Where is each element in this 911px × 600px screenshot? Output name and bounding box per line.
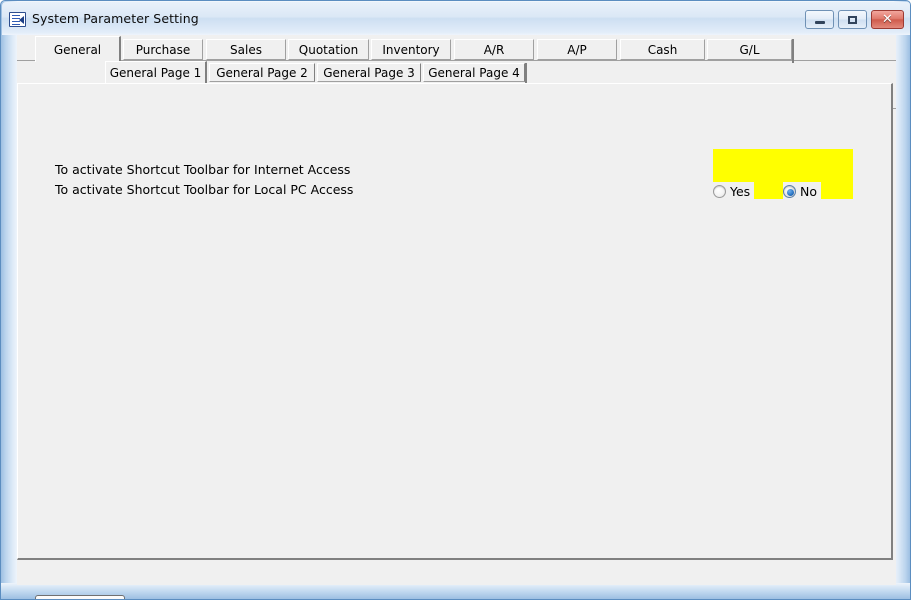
radio-option-yes[interactable]: Yes [713, 182, 754, 200]
tab-label: Quotation [299, 43, 358, 57]
tab-label: A/P [567, 43, 587, 57]
subtab-general-page-4[interactable]: General Page 4 [423, 63, 525, 82]
client-area: General Purchase Sales Quotation Inventory A/… [17, 35, 896, 585]
internet-access-label: To activate Shortcut Toolbar for Interne… [55, 162, 350, 177]
radio-option-no[interactable]: No [783, 182, 821, 200]
tab-quotation[interactable]: Quotation [288, 39, 369, 60]
tab-a-p[interactable]: A/P [537, 39, 617, 60]
tab-label: A/R [484, 43, 505, 57]
tab-sales[interactable]: Sales [206, 39, 286, 60]
tab-a-r[interactable]: A/R [454, 39, 534, 60]
maximize-button[interactable] [838, 10, 867, 29]
window-frame-right [894, 1, 910, 600]
close-icon: ✕ [882, 13, 893, 26]
window-list-icon [9, 12, 26, 27]
application-window: System Parameter Setting ✕ General Purcha… [0, 0, 911, 600]
tab-cash[interactable]: Cash [620, 39, 705, 60]
secondary-tab-end-separator [525, 63, 527, 83]
tab-label: G/L [739, 43, 759, 57]
tab-label: Cash [648, 43, 678, 57]
exit-button[interactable]: Exit [35, 595, 125, 600]
subtab-label: General Page 3 [323, 66, 415, 80]
tab-content-panel: To activate Shortcut Toolbar for Interne… [17, 83, 893, 560]
radio-no-label: No [800, 184, 817, 199]
tab-label: Inventory [382, 43, 439, 57]
tab-purchase[interactable]: Purchase [123, 39, 203, 60]
window-frame-left [1, 1, 17, 600]
minimize-button[interactable] [805, 10, 834, 29]
subtab-label: General Page 2 [216, 66, 308, 80]
subtab-general-page-2[interactable]: General Page 2 [209, 63, 315, 82]
tab-label: General [54, 43, 101, 57]
subtab-label: General Page 1 [110, 66, 202, 80]
radio-yes-label: Yes [730, 184, 750, 199]
title-bar[interactable]: System Parameter Setting ✕ [2, 2, 911, 35]
local-pc-access-label: To activate Shortcut Toolbar for Local P… [55, 182, 353, 197]
window-title: System Parameter Setting [32, 11, 199, 26]
close-button[interactable]: ✕ [871, 10, 904, 29]
tab-label: Sales [230, 43, 262, 57]
window-frame-bottom [1, 583, 911, 599]
radio-no-indicator[interactable] [783, 185, 796, 198]
subtab-label: General Page 4 [428, 66, 520, 80]
tab-inventory[interactable]: Inventory [371, 39, 451, 60]
tab-g-l[interactable]: G/L [707, 39, 792, 60]
subtab-general-page-3[interactable]: General Page 3 [317, 63, 421, 82]
tab-label: Purchase [136, 43, 191, 57]
radio-yes-indicator[interactable] [713, 185, 726, 198]
tab-general[interactable]: General [35, 36, 121, 62]
primary-tab-end-separator [792, 39, 794, 63]
subtab-general-page-1[interactable]: General Page 1 [105, 61, 207, 83]
